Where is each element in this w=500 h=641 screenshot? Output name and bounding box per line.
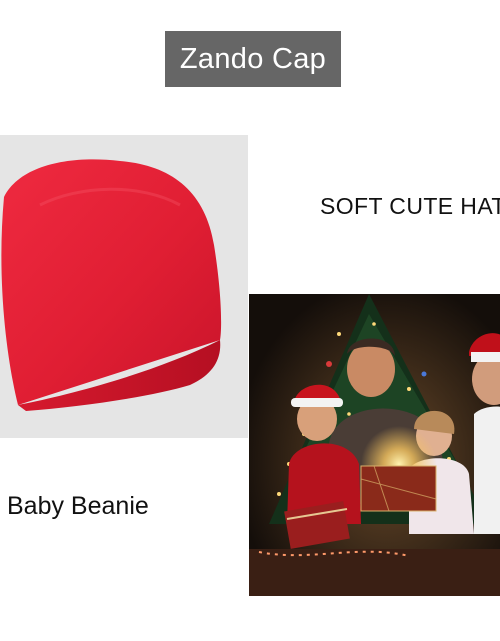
hat-image-panel bbox=[0, 135, 248, 438]
brand-label: Zando Cap bbox=[179, 42, 327, 75]
brand-badge: Zando Cap bbox=[165, 31, 341, 87]
lifestyle-photo bbox=[249, 294, 500, 596]
family-christmas-photo bbox=[249, 294, 500, 596]
red-beanie-image bbox=[1, 159, 222, 411]
product-name-text: Baby Beanie bbox=[7, 492, 149, 520]
tagline-text: SOFT CUTE HAT bbox=[320, 193, 500, 219]
